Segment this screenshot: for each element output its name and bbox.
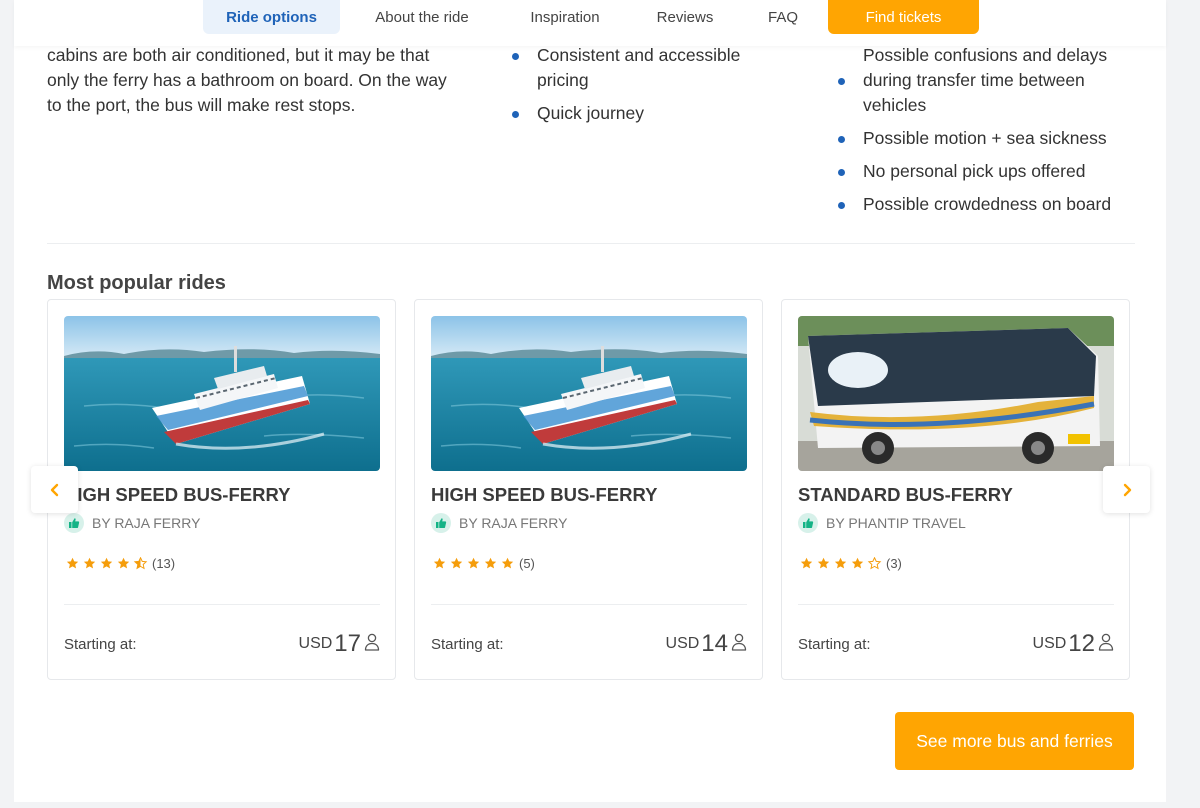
person-icon — [731, 633, 747, 656]
bullet-icon — [512, 111, 519, 118]
ride-description: cabins are both air conditioned, but it … — [47, 45, 447, 115]
star-icon — [66, 557, 79, 569]
find-tickets-button[interactable]: Find tickets — [828, 0, 979, 34]
starting-at-label: Starting at: — [431, 635, 504, 653]
list-item: Possible crowdedness on board — [837, 192, 1137, 217]
operator: BY RAJA FERRY — [431, 513, 567, 533]
rating: (5) — [431, 556, 535, 571]
rating: (13) — [64, 556, 175, 571]
chevron-left-icon — [50, 483, 58, 496]
star-icon — [467, 557, 480, 569]
carousel-prev-button[interactable] — [31, 466, 78, 513]
price-currency: USD — [298, 635, 333, 652]
star-icon — [117, 557, 130, 569]
star-empty-icon — [867, 557, 882, 570]
price-currency: USD — [665, 635, 700, 652]
ferry-image — [64, 316, 380, 471]
bullet-icon — [512, 53, 519, 60]
price: USD 17 — [299, 630, 380, 658]
thumbs-up-icon — [798, 513, 818, 533]
star-icon — [817, 557, 830, 569]
bullet-icon — [838, 169, 845, 176]
section-divider — [47, 243, 1135, 244]
tab-faq[interactable]: FAQ — [752, 0, 814, 34]
bullet-icon — [838, 78, 845, 85]
operator: BY RAJA FERRY — [64, 513, 200, 533]
person-icon — [1098, 633, 1114, 656]
list-item: Quick journey — [511, 101, 771, 126]
star-icon — [501, 557, 514, 569]
operator: BY PHANTIP TRAVEL — [798, 513, 966, 533]
star-half-icon — [133, 557, 148, 570]
star-icon — [484, 557, 497, 569]
rating: (3) — [798, 556, 902, 571]
person-icon — [364, 633, 380, 656]
tab-reviews[interactable]: Reviews — [640, 0, 730, 34]
list-item: Possible confusions and delays during tr… — [837, 43, 1137, 118]
star-rating — [431, 557, 516, 570]
ride-card[interactable]: STANDARD BUS-FERRY BY PHANTIP TRAVEL (3)… — [781, 299, 1130, 680]
ride-card[interactable]: HIGH SPEED BUS-FERRY BY RAJA FERRY (13) … — [47, 299, 396, 680]
star-icon — [100, 557, 113, 569]
tab-ride-options[interactable]: Ride options — [203, 0, 340, 34]
bullet-icon — [838, 136, 845, 143]
star-icon — [851, 557, 864, 569]
list-item: No personal pick ups offered — [837, 159, 1137, 184]
ride-title: STANDARD BUS-FERRY — [798, 484, 1013, 505]
star-icon — [83, 557, 96, 569]
price: USD 12 — [1033, 630, 1114, 658]
ride-title: HIGH SPEED BUS-FERRY — [431, 484, 658, 505]
price: USD 14 — [666, 630, 747, 658]
price-amount: 12 — [1068, 630, 1095, 657]
review-count: (13) — [152, 556, 176, 571]
price-amount: 17 — [334, 630, 361, 657]
carousel-next-button[interactable] — [1103, 466, 1150, 513]
see-more-button[interactable]: See more bus and ferries — [895, 712, 1134, 770]
list-item: Consistent and accessible pricing — [511, 43, 771, 93]
review-count: (3) — [886, 556, 902, 571]
starting-at-label: Starting at: — [798, 635, 871, 653]
thumbs-up-icon — [64, 513, 84, 533]
star-icon — [433, 557, 446, 569]
list-item: Possible motion + sea sickness — [837, 126, 1137, 151]
review-count: (5) — [519, 556, 535, 571]
top-nav: Ride options About the ride Inspiration … — [0, 0, 1200, 46]
star-rating — [64, 557, 149, 570]
tab-inspiration[interactable]: Inspiration — [510, 0, 620, 34]
ride-card[interactable]: HIGH SPEED BUS-FERRY BY RAJA FERRY (5) S… — [414, 299, 763, 680]
ride-title: HIGH SPEED BUS-FERRY — [64, 484, 291, 505]
bullet-icon — [838, 202, 845, 209]
star-rating — [798, 557, 883, 570]
cons-list: Possible confusions and delays during tr… — [837, 43, 1137, 225]
star-icon — [800, 557, 813, 569]
chevron-right-icon — [1123, 483, 1131, 496]
pros-list: Consistent and accessible pricing Quick … — [511, 43, 771, 134]
tab-about-the-ride[interactable]: About the ride — [352, 0, 492, 34]
star-icon — [450, 557, 463, 569]
starting-at-label: Starting at: — [64, 635, 137, 653]
section-title: Most popular rides — [47, 272, 226, 294]
bus-image — [798, 316, 1114, 471]
thumbs-up-icon — [431, 513, 451, 533]
price-amount: 14 — [701, 630, 728, 657]
star-icon — [834, 557, 847, 569]
ferry-image — [431, 316, 747, 471]
price-currency: USD — [1032, 635, 1067, 652]
